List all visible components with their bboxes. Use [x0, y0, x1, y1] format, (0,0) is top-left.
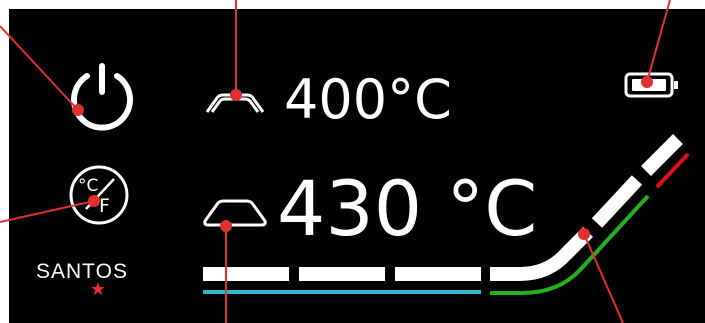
annotation-lines — [0, 0, 671, 323]
